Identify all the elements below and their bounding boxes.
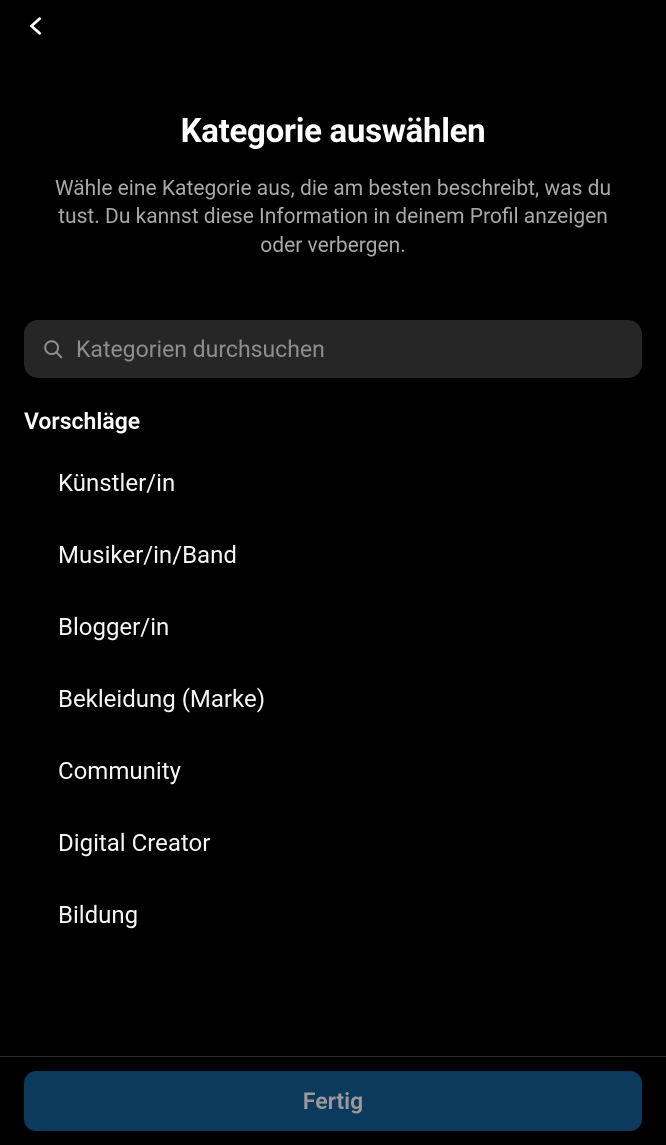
- category-option[interactable]: Bildung: [0, 879, 666, 951]
- category-option[interactable]: Community: [0, 735, 666, 807]
- back-button[interactable]: [18, 10, 54, 46]
- search-input[interactable]: [76, 336, 624, 363]
- footer-bar: Fertig: [0, 1056, 666, 1145]
- suggestions-list: Künstler/in Musiker/in/Band Blogger/in B…: [0, 447, 666, 951]
- category-option[interactable]: Digital Creator: [0, 807, 666, 879]
- page-title: Kategorie auswählen: [28, 112, 638, 151]
- category-option[interactable]: Musiker/in/Band: [0, 519, 666, 591]
- category-option[interactable]: Blogger/in: [0, 591, 666, 663]
- chevron-left-icon: [25, 12, 47, 44]
- category-option[interactable]: Künstler/in: [0, 447, 666, 519]
- suggestions-header: Vorschläge: [0, 378, 666, 447]
- page-subtitle: Wähle eine Kategorie aus, die am besten …: [28, 175, 638, 260]
- search-icon: [42, 338, 64, 360]
- done-button[interactable]: Fertig: [24, 1071, 642, 1131]
- header-bar: [0, 0, 666, 56]
- category-option[interactable]: Bekleidung (Marke): [0, 663, 666, 735]
- search-field-wrapper[interactable]: [24, 320, 642, 378]
